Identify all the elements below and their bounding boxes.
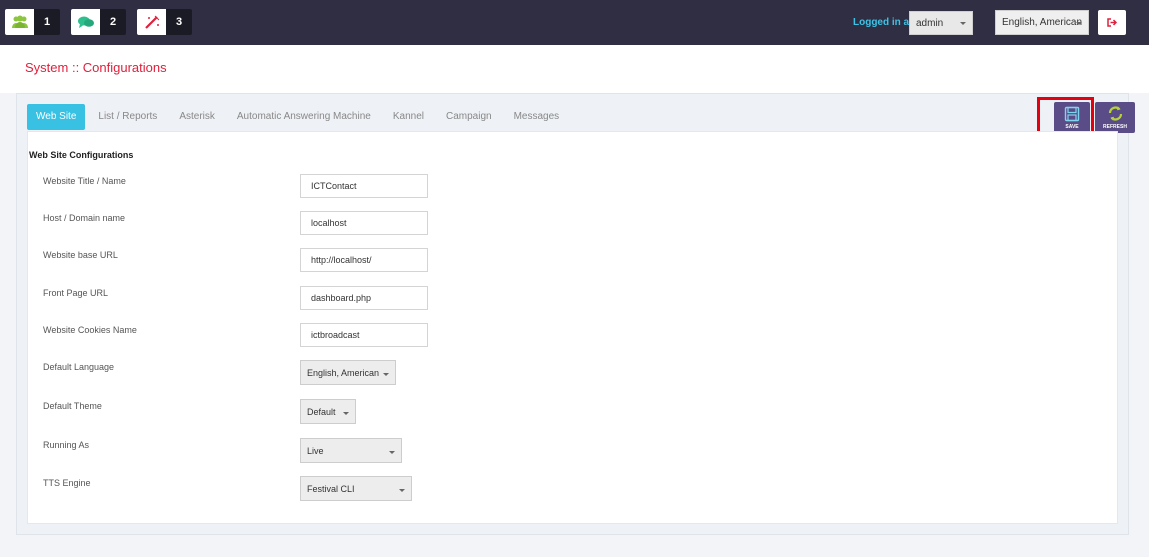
chevron-down-icon xyxy=(399,488,405,492)
chevron-down-icon xyxy=(1076,21,1082,25)
host-domain-label: Host / Domain name xyxy=(43,213,126,223)
default-language-select[interactable]: English, American xyxy=(300,360,396,385)
front-page-url-label: Front Page URL xyxy=(43,288,109,298)
logout-icon xyxy=(1107,14,1118,32)
user-select-value: admin xyxy=(916,17,944,29)
tab-list-reports[interactable]: List / Reports xyxy=(89,104,166,130)
cookies-name-label: Website Cookies Name xyxy=(43,325,137,335)
default-language-label: Default Language xyxy=(43,362,115,372)
chat-badge[interactable]: 2 xyxy=(71,9,126,35)
chat-icon xyxy=(71,9,100,35)
website-title-label: Website Title / Name xyxy=(43,176,126,186)
tts-engine-select[interactable]: Festival CLI xyxy=(300,476,412,501)
tab-web-site[interactable]: Web Site xyxy=(27,104,86,130)
default-theme-value: Default xyxy=(307,406,336,417)
running-as-label: Running As xyxy=(43,440,90,450)
website-title-input[interactable]: ICTContact xyxy=(300,174,428,198)
configuration-panel: Web Site List / Reports Asterisk Automat… xyxy=(16,93,1135,535)
users-badge[interactable]: 1 xyxy=(5,9,60,35)
refresh-button[interactable]: REFRESH xyxy=(1095,102,1135,133)
tts-engine-label: TTS Engine xyxy=(43,478,91,488)
front-page-url-input[interactable]: dashboard.php xyxy=(300,286,428,310)
tab-kannel[interactable]: Kannel xyxy=(384,104,433,130)
refresh-label: REFRESH xyxy=(1103,124,1127,130)
base-url-input[interactable]: http://localhost/ xyxy=(300,248,428,272)
tts-engine-value: Festival CLI xyxy=(307,483,355,494)
base-url-label: Website base URL xyxy=(43,250,118,260)
cookies-name-value: ictbroadcast xyxy=(311,330,360,340)
website-title-value: ICTContact xyxy=(311,181,357,191)
chat-count: 2 xyxy=(100,9,126,35)
user-select[interactable]: admin xyxy=(909,11,973,35)
tab-asterisk[interactable]: Asterisk xyxy=(170,104,224,130)
running-as-value: Live xyxy=(307,445,324,456)
host-domain-value: localhost xyxy=(311,218,347,228)
logout-button[interactable] xyxy=(1098,10,1126,35)
tab-automatic-answering-machine[interactable]: Automatic Answering Machine xyxy=(228,104,380,130)
refresh-icon xyxy=(1108,106,1122,121)
chevron-down-icon xyxy=(383,372,389,376)
chevron-down-icon xyxy=(343,411,349,415)
top-bar: 1 2 3 Logged in as : admin English, Amer… xyxy=(0,0,1149,45)
default-language-value: English, American xyxy=(307,367,380,378)
default-theme-label: Default Theme xyxy=(43,401,102,411)
tab-bar: Web Site List / Reports Asterisk Automat… xyxy=(27,104,572,130)
cookies-name-input[interactable]: ictbroadcast xyxy=(300,323,428,347)
title-bar: System :: Configurations xyxy=(0,45,1149,93)
users-count: 1 xyxy=(34,9,60,35)
wand-badge[interactable]: 3 xyxy=(137,9,192,35)
tab-campaign[interactable]: Campaign xyxy=(437,104,501,130)
base-url-value: http://localhost/ xyxy=(311,255,372,265)
language-select[interactable]: English, American xyxy=(995,10,1089,35)
users-icon xyxy=(5,9,34,35)
wand-count: 3 xyxy=(166,9,192,35)
chevron-down-icon xyxy=(960,22,966,25)
magic-wand-icon xyxy=(137,9,166,35)
host-domain-input[interactable]: localhost xyxy=(300,211,428,235)
default-theme-select[interactable]: Default xyxy=(300,399,356,424)
chevron-down-icon xyxy=(389,450,395,454)
page-title: System :: Configurations xyxy=(25,60,167,75)
running-as-select[interactable]: Live xyxy=(300,438,402,463)
front-page-url-value: dashboard.php xyxy=(311,293,372,303)
form-area: Web Site Configurations Website Title / … xyxy=(27,131,1118,524)
section-title: Web Site Configurations xyxy=(29,150,134,160)
language-select-value: English, American xyxy=(1002,17,1083,28)
tab-messages[interactable]: Messages xyxy=(505,104,569,130)
